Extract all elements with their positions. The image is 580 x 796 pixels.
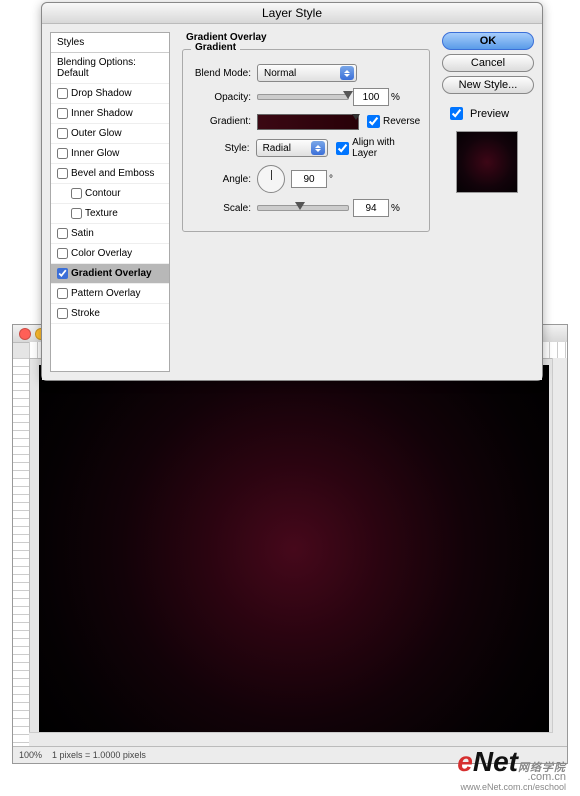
- blend-mode-select[interactable]: Normal: [257, 64, 357, 82]
- opacity-slider[interactable]: [257, 94, 349, 100]
- style-item-color-overlay[interactable]: Color Overlay: [51, 244, 169, 264]
- checkbox-gradient-overlay[interactable]: [57, 268, 68, 279]
- updown-icon: [340, 66, 354, 80]
- preview-checkbox[interactable]: [450, 107, 463, 120]
- cancel-button[interactable]: Cancel: [442, 54, 534, 72]
- checkbox-drop-shadow[interactable]: [57, 88, 68, 99]
- scale-input[interactable]: [353, 199, 389, 217]
- style-item-inner-glow[interactable]: Inner Glow: [51, 144, 169, 164]
- new-style-button[interactable]: New Style...: [442, 76, 534, 94]
- checkbox-inner-shadow[interactable]: [57, 108, 68, 119]
- dialog-title: Layer Style: [42, 3, 542, 24]
- styles-header: Styles: [51, 33, 169, 53]
- style-item-contour[interactable]: Contour: [51, 184, 169, 204]
- checkbox-color-overlay[interactable]: [57, 248, 68, 259]
- styles-list: Styles Blending Options: Default Drop Sh…: [50, 32, 170, 372]
- blend-mode-label: Blend Mode:: [191, 68, 251, 79]
- align-checkbox[interactable]: [336, 142, 349, 155]
- style-item-stroke[interactable]: Stroke: [51, 304, 169, 324]
- angle-label: Angle:: [191, 174, 251, 185]
- style-item-satin[interactable]: Satin: [51, 224, 169, 244]
- preview-label: Preview: [470, 108, 509, 120]
- reverse-checkbox[interactable]: [367, 115, 380, 128]
- blending-options[interactable]: Blending Options: Default: [51, 53, 169, 84]
- style-label: Style:: [191, 143, 250, 154]
- gradient-group: Gradient Blend Mode: Normal Opacity: % G…: [182, 49, 430, 232]
- zoom-value: 100%: [19, 750, 42, 760]
- gradient-swatch[interactable]: [257, 114, 359, 130]
- ok-button[interactable]: OK: [442, 32, 534, 50]
- layer-style-dialog: Layer Style Styles Blending Options: Def…: [41, 2, 543, 381]
- style-item-bevel[interactable]: Bevel and Emboss: [51, 164, 169, 184]
- scrollbar-horizontal[interactable]: [29, 732, 553, 747]
- style-select[interactable]: Radial: [256, 139, 328, 157]
- gradient-legend: Gradient: [191, 42, 240, 53]
- style-item-texture[interactable]: Texture: [51, 204, 169, 224]
- checkbox-texture[interactable]: [71, 208, 82, 219]
- style-item-pattern-overlay[interactable]: Pattern Overlay: [51, 284, 169, 304]
- preview-thumbnail: [456, 131, 518, 193]
- close-icon[interactable]: [19, 328, 31, 340]
- watermark: eNet网络学院 .com.cn www.eNet.com.cn/eschool: [457, 748, 566, 792]
- ruler-vertical: [13, 358, 30, 747]
- updown-icon: [311, 141, 325, 155]
- checkbox-outer-glow[interactable]: [57, 128, 68, 139]
- checkbox-stroke[interactable]: [57, 308, 68, 319]
- checkbox-contour[interactable]: [71, 188, 82, 199]
- checkbox-bevel[interactable]: [57, 168, 68, 179]
- scale-slider[interactable]: [257, 205, 349, 211]
- style-item-drop-shadow[interactable]: Drop Shadow: [51, 84, 169, 104]
- document-window: 100% 1 pixels = 1.0000 pixels: [12, 324, 568, 764]
- checkbox-satin[interactable]: [57, 228, 68, 239]
- style-item-gradient-overlay[interactable]: Gradient Overlay: [51, 264, 169, 284]
- center-panel: Gradient Overlay Gradient Blend Mode: No…: [178, 32, 434, 372]
- opacity-input[interactable]: [353, 88, 389, 106]
- canvas[interactable]: [39, 365, 549, 733]
- scale-label: Scale:: [191, 203, 251, 214]
- angle-wheel[interactable]: [257, 165, 285, 193]
- right-panel: OK Cancel New Style... Preview: [442, 32, 534, 372]
- gradient-label: Gradient:: [191, 116, 251, 127]
- checkbox-pattern-overlay[interactable]: [57, 288, 68, 299]
- status-info: 1 pixels = 1.0000 pixels: [52, 750, 146, 760]
- scrollbar-vertical[interactable]: [552, 358, 567, 747]
- opacity-label: Opacity:: [191, 92, 251, 103]
- angle-input[interactable]: [291, 170, 327, 188]
- style-item-inner-shadow[interactable]: Inner Shadow: [51, 104, 169, 124]
- style-item-outer-glow[interactable]: Outer Glow: [51, 124, 169, 144]
- checkbox-inner-glow[interactable]: [57, 148, 68, 159]
